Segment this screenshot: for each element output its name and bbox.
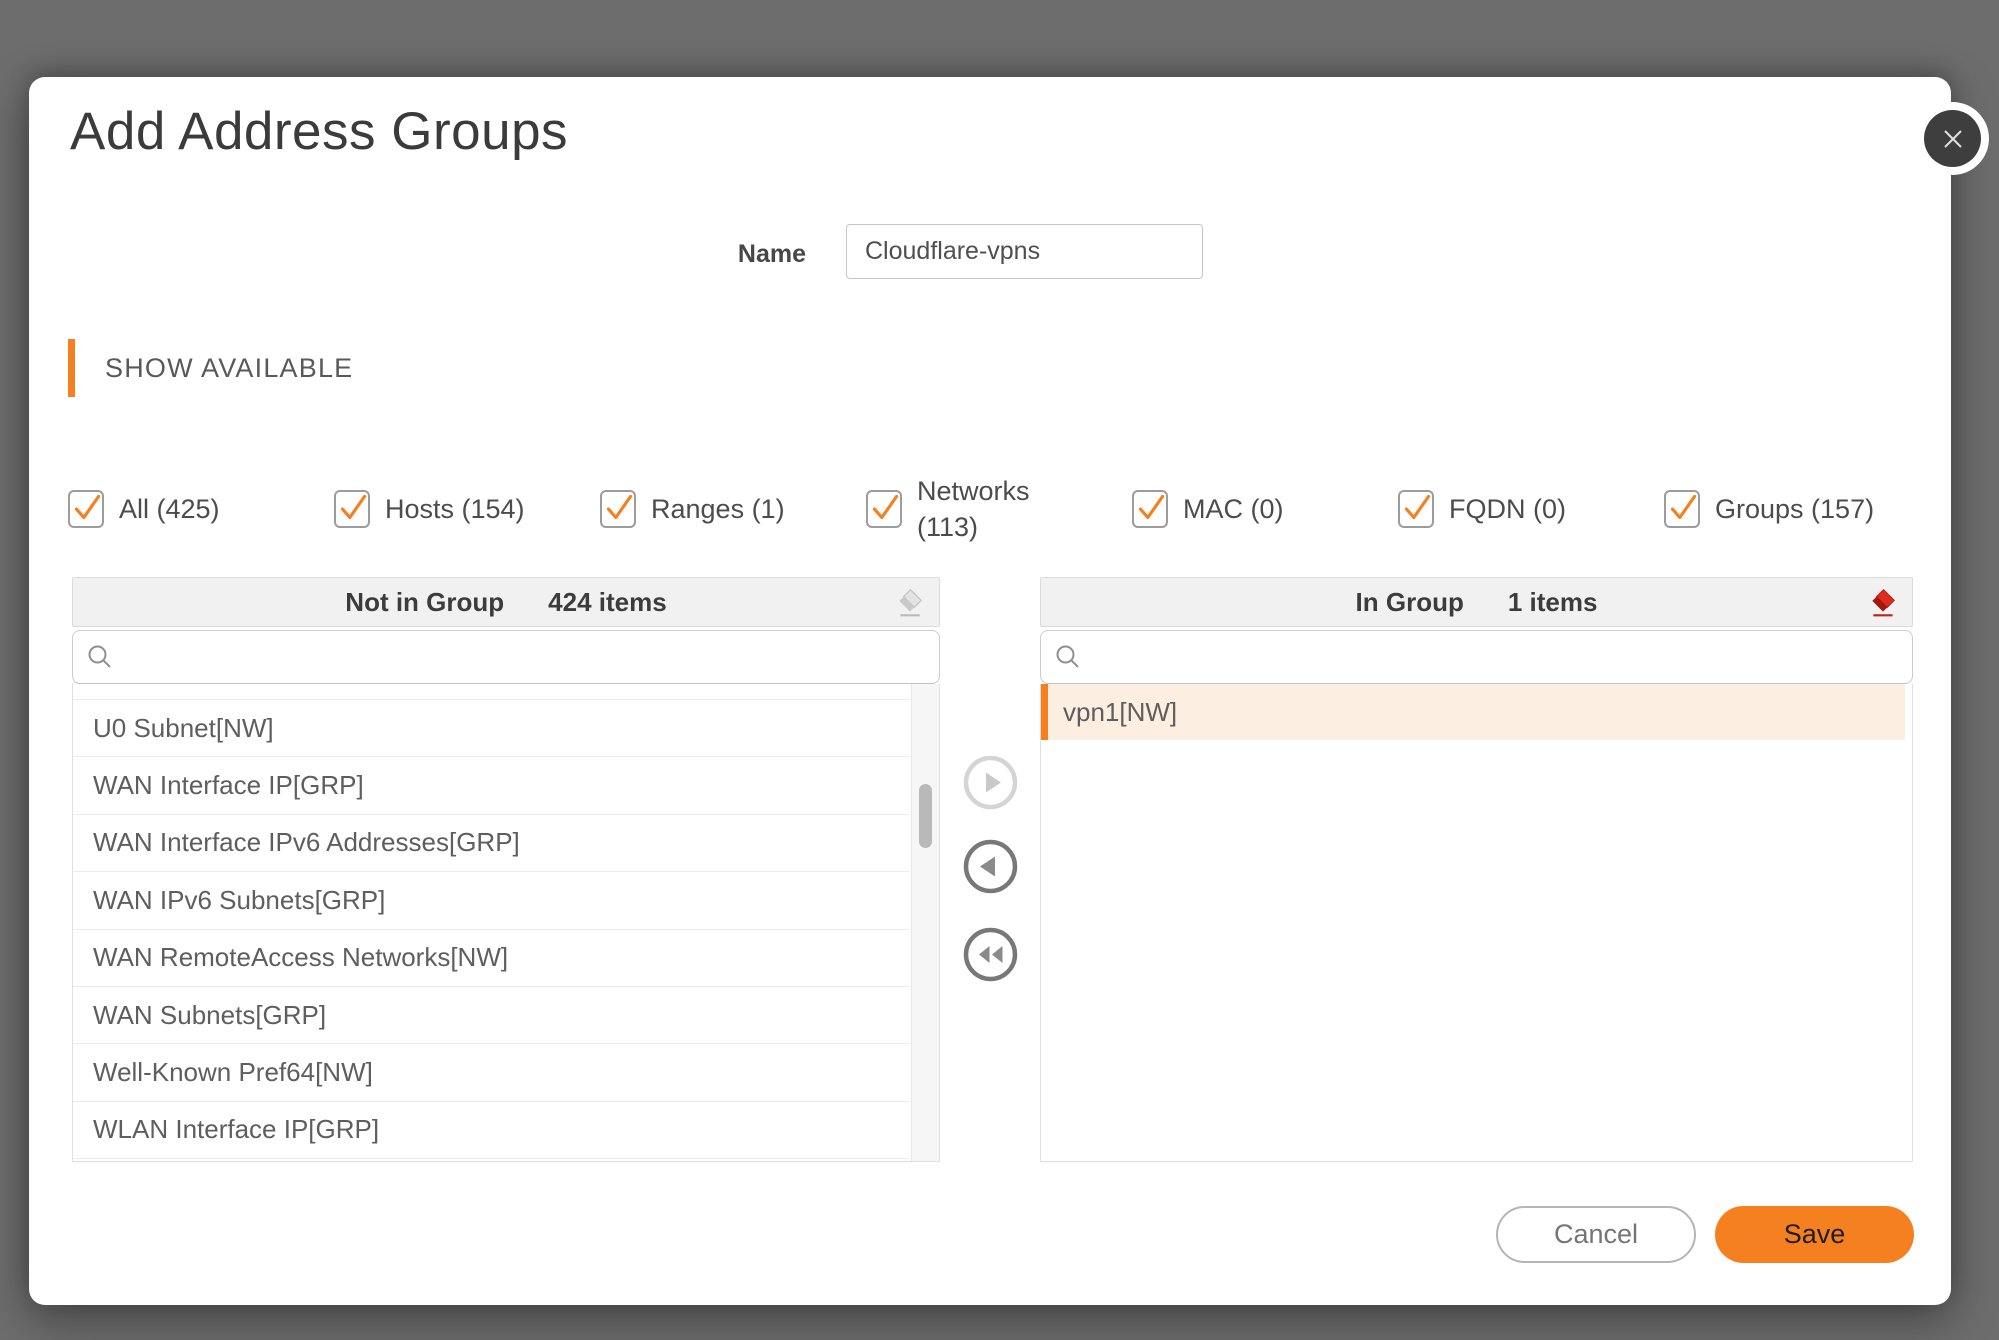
panel-title: In Group <box>1356 587 1464 618</box>
list-item[interactable]: WAN Subnets[GRP] <box>73 987 910 1044</box>
checkbox-checked-icon[interactable] <box>334 490 370 528</box>
in-group-panel: In Group 1 items vpn1[NW] <box>1040 577 1913 1163</box>
arrow-right-icon <box>962 754 1019 811</box>
clear-filter-button[interactable] <box>893 586 927 620</box>
filter-label: Groups (157) <box>1715 491 1874 527</box>
filter-label: Networks (113) <box>917 473 1045 546</box>
list-item[interactable]: WLAN Interface IP[GRP] <box>73 1102 910 1159</box>
search-icon <box>85 642 115 672</box>
move-left-button[interactable] <box>962 838 1019 895</box>
filter-label: Hosts (154) <box>385 491 525 527</box>
checkbox-checked-icon[interactable] <box>1664 490 1700 528</box>
search-input[interactable] <box>1093 631 1900 683</box>
filter-label: All (425) <box>119 491 220 527</box>
list-item[interactable]: U0 Subnet[NW] <box>73 700 910 757</box>
checkbox-checked-icon[interactable] <box>600 490 636 528</box>
checkbox-checked-icon[interactable] <box>68 490 104 528</box>
scrollbar-track[interactable] <box>911 684 939 1161</box>
double-arrow-left-icon <box>962 926 1019 983</box>
move-right-button[interactable] <box>962 754 1019 811</box>
partial-row <box>73 684 910 700</box>
cancel-button[interactable]: Cancel <box>1496 1206 1696 1263</box>
list-item[interactable]: WAN Interface IP[GRP] <box>73 757 910 814</box>
filter-hosts-154: Hosts (154) <box>334 490 600 528</box>
checkbox-checked-icon[interactable] <box>866 490 902 528</box>
not-in-group-search <box>72 630 940 684</box>
add-address-groups-dialog: Add Address Groups Name SHOW AVAILABLE A… <box>29 77 1951 1305</box>
close-button[interactable] <box>1924 110 1981 167</box>
filter-label: Ranges (1) <box>651 491 785 527</box>
close-icon <box>1938 124 1968 154</box>
list-item[interactable]: WAN IPv6 Subnets[GRP] <box>73 872 910 929</box>
filter-label: FQDN (0) <box>1449 491 1566 527</box>
filter-fqdn-0: FQDN (0) <box>1398 490 1664 528</box>
in-group-search <box>1040 630 1913 684</box>
in-group-header: In Group 1 items <box>1040 577 1913 627</box>
dialog-title: Add Address Groups <box>70 101 568 162</box>
type-filters: All (425) Hosts (154) Ranges (1) Networks (… <box>68 465 1928 553</box>
name-label: Name <box>626 240 806 269</box>
filter-mac-0: MAC (0) <box>1132 490 1398 528</box>
list-item-selected[interactable]: vpn1[NW] <box>1041 684 1905 740</box>
arrow-left-icon <box>962 838 1019 895</box>
list-item[interactable]: WAN Interface IPv6 Addresses[GRP] <box>73 815 910 872</box>
eraser-icon <box>894 586 926 618</box>
panel-count: 424 items <box>548 587 667 618</box>
list-item[interactable]: Well-Known Pref64[NW] <box>73 1044 910 1101</box>
list-item[interactable]: WAN RemoteAccess Networks[NW] <box>73 930 910 987</box>
not-in-group-panel: Not in Group 424 items U0 Subnet[NW]WAN … <box>72 577 940 1163</box>
name-input[interactable] <box>846 224 1203 279</box>
not-in-group-list: U0 Subnet[NW]WAN Interface IP[GRP]WAN In… <box>72 684 940 1162</box>
search-input[interactable] <box>125 631 927 683</box>
show-available-header: SHOW AVAILABLE <box>105 353 353 384</box>
filter-groups-157: Groups (157) <box>1664 490 1930 528</box>
move-all-left-button[interactable] <box>962 926 1019 983</box>
eraser-red-icon <box>1867 586 1899 618</box>
filter-all-425: All (425) <box>68 490 334 528</box>
save-button[interactable]: Save <box>1715 1206 1914 1263</box>
scrollbar-thumb[interactable] <box>919 784 932 848</box>
panel-title: Not in Group <box>345 587 504 618</box>
not-in-group-header: Not in Group 424 items <box>72 577 940 627</box>
filter-label: MAC (0) <box>1183 491 1284 527</box>
filter-networks-113: Networks (113) <box>866 473 1132 546</box>
checkbox-checked-icon[interactable] <box>1132 490 1168 528</box>
panel-count: 1 items <box>1508 587 1598 618</box>
filter-ranges-1: Ranges (1) <box>600 490 866 528</box>
checkbox-checked-icon[interactable] <box>1398 490 1434 528</box>
remove-all-button[interactable] <box>1866 586 1900 620</box>
accent-bar <box>68 339 75 397</box>
in-group-list: vpn1[NW] <box>1040 684 1913 1162</box>
search-icon <box>1053 642 1083 672</box>
